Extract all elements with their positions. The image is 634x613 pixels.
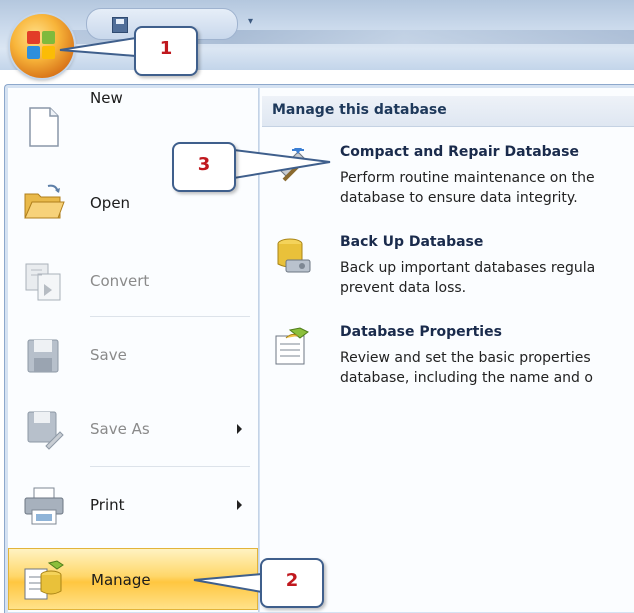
option-title: Back Up Database (340, 234, 484, 250)
save-icon (27, 339, 59, 373)
menu-separator (90, 316, 250, 317)
option-database-properties[interactable]: Database Properties Review and set the b… (262, 324, 634, 400)
option-compact-repair-database[interactable]: Compact and Repair Database Perform rout… (262, 144, 634, 220)
office-button[interactable] (10, 14, 74, 78)
menu-item-label: Open (90, 194, 131, 212)
menu-item-label: Save (90, 346, 127, 364)
quick-save-icon[interactable] (112, 17, 128, 33)
option-title: Compact and Repair Database (340, 144, 579, 160)
menu-separator (90, 466, 250, 467)
menu-item-save[interactable]: Save (8, 324, 258, 386)
menu-item-print[interactable]: Print (8, 474, 258, 536)
option-title: Database Properties (340, 324, 502, 340)
menu-item-convert[interactable]: Convert (8, 250, 258, 312)
option-description: Perform routine maintenance on the datab… (340, 170, 595, 206)
save-as-icon (27, 411, 64, 450)
option-back-up-database[interactable]: Back Up Database Back up important datab… (262, 234, 634, 310)
menu-item-label: Manage (91, 571, 151, 589)
callout-number: 2 (285, 570, 299, 591)
manage-icon (24, 560, 64, 600)
option-description: Back up important databases regula preve… (340, 260, 596, 296)
panel-header: Manage this database (262, 96, 634, 127)
panel-header-title: Manage this database (272, 102, 447, 118)
database-properties-icon (275, 327, 309, 365)
menu-item-manage[interactable]: Manage (8, 548, 258, 610)
option-description: Review and set the basic properties data… (340, 350, 593, 386)
submenu-arrow-icon (237, 424, 242, 434)
new-document-icon (29, 107, 59, 147)
submenu-arrow-icon (237, 500, 242, 510)
callout-3: 3 (172, 142, 236, 192)
open-folder-icon (24, 184, 65, 219)
callout-number: 1 (159, 38, 173, 59)
office-logo-icon (27, 31, 57, 61)
menu-item-label: Print (90, 496, 125, 514)
compact-repair-icon (279, 148, 305, 182)
menu-item-label: New (90, 89, 123, 107)
menu-item-save-as[interactable]: Save As (8, 398, 258, 460)
backup-database-icon (277, 238, 311, 273)
customize-toolbar-dropdown-icon[interactable]: ▾ (248, 17, 256, 27)
callout-2: 2 (260, 558, 324, 608)
menu-item-label: Save As (90, 420, 150, 438)
convert-icon (25, 263, 61, 301)
menu-item-label: Convert (90, 272, 150, 290)
printer-icon (24, 487, 64, 525)
callout-1: 1 (134, 26, 198, 76)
callout-number: 3 (197, 154, 211, 175)
